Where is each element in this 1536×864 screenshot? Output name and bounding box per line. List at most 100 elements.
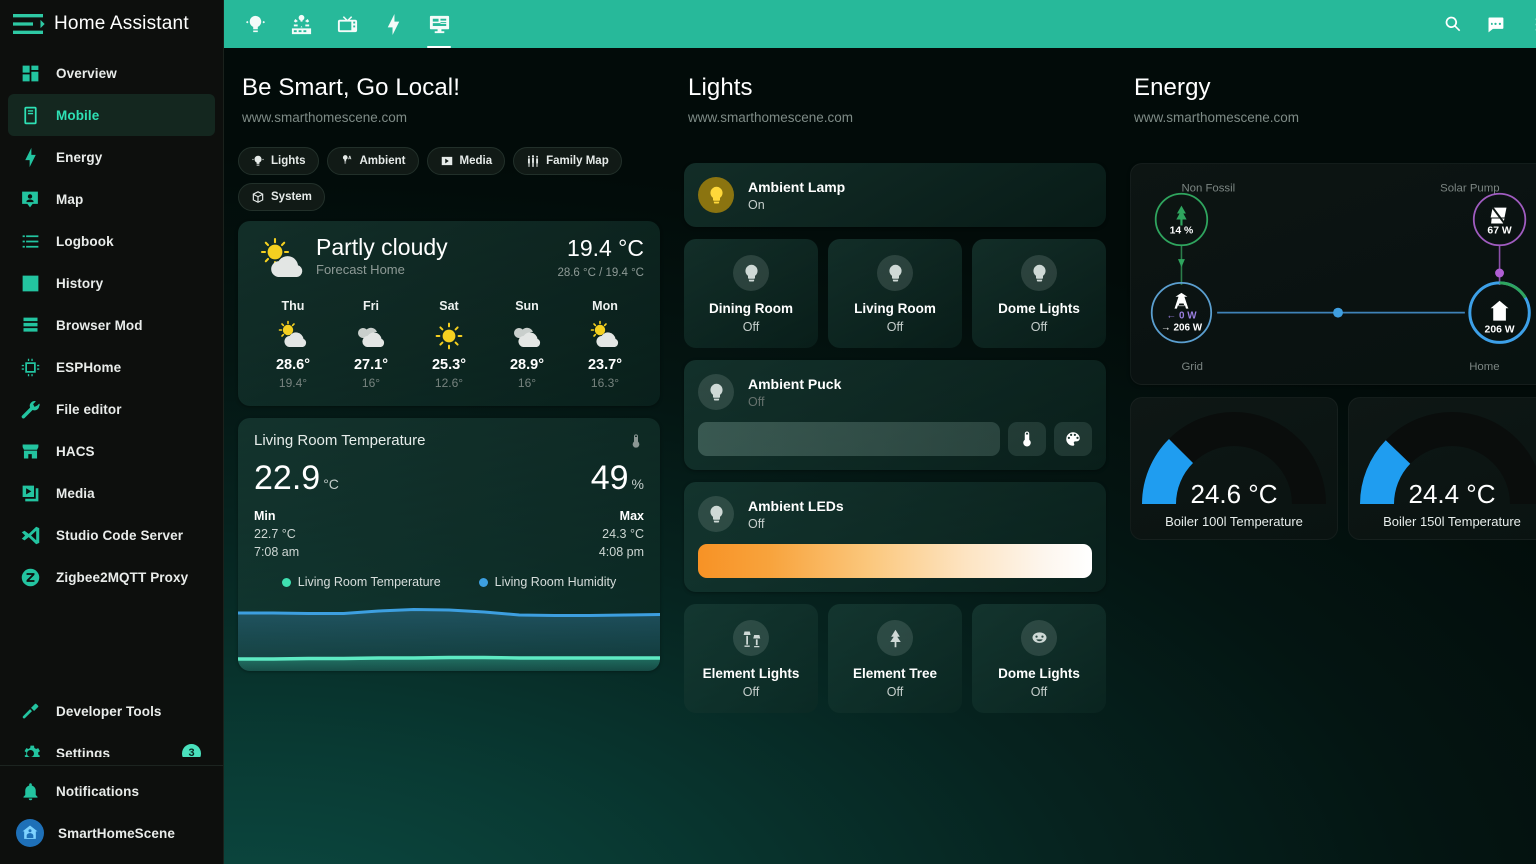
package-variant-icon — [252, 191, 264, 203]
sidebar-item-mobile[interactable]: Mobile — [8, 94, 215, 136]
menu-collapse-icon[interactable] — [8, 4, 48, 44]
chip-media[interactable]: Media — [426, 147, 506, 175]
legend-color-swatch — [478, 577, 488, 587]
history-chart[interactable] — [238, 599, 660, 671]
light-name: Element Tree — [852, 666, 938, 681]
light-tile-living-room[interactable]: Living Room Off — [828, 239, 962, 348]
energy-distribution-card[interactable]: Non Fossil Solar Pump Grid Home 14 % 67 … — [1130, 163, 1536, 385]
weather-text: Partly cloudy Forecast Home — [310, 235, 557, 277]
light-tile-dining-room[interactable]: Dining Room Off — [684, 239, 818, 348]
chip-label: System — [271, 191, 312, 203]
sidebar-item-label: Logbook — [56, 233, 114, 249]
page-title: Be Smart, Go Local! — [242, 74, 460, 101]
chip-ambient[interactable]: Ambient — [326, 147, 419, 175]
sidebar-item-file-editor[interactable]: File editor — [8, 388, 215, 430]
lightbulb-icon[interactable] — [698, 374, 734, 410]
legend-label: Living Room Temperature — [297, 575, 441, 589]
search-button[interactable] — [1432, 0, 1474, 48]
temperature-value: 22.9 — [254, 459, 321, 497]
tab-ac[interactable] — [278, 0, 324, 48]
search-icon — [1445, 16, 1460, 31]
light-tile-row-bottom: Element Lights Off Element Tree Off Dome… — [684, 604, 1106, 713]
max-label: Max — [619, 509, 644, 523]
boiler-gauge-row: 24.6 °C Boiler 100l Temperature 24.4 °C — [1130, 397, 1536, 540]
color-temp-slider[interactable] — [698, 544, 1092, 578]
floor-lamp-icon — [733, 620, 769, 656]
sidebar-item-label: Overview — [56, 65, 117, 81]
light-tile-element-tree[interactable]: Element Tree Off — [828, 604, 962, 713]
living-room-temperature-card[interactable]: Living Room Temperature 22.9 °C 49% Min … — [238, 418, 660, 671]
non-fossil-label: Non Fossil — [1181, 183, 1235, 195]
sidebar-item-logbook[interactable]: Logbook — [8, 220, 215, 262]
color-temp-button[interactable] — [1008, 422, 1046, 456]
tab-energy[interactable] — [370, 0, 416, 48]
sidebar-item-label: Mobile — [56, 107, 100, 123]
partly-cloudy-icon — [566, 318, 644, 354]
brightness-slider[interactable] — [698, 422, 1000, 456]
color-picker-button[interactable] — [1054, 422, 1092, 456]
chip-label: Ambient — [359, 155, 406, 167]
light-card-ambient-lamp[interactable]: Ambient Lamp On — [684, 163, 1106, 227]
gauge-card-boiler-150l[interactable]: 24.4 °C Boiler 150l Temperature — [1348, 397, 1536, 540]
sidebar-item-esphome[interactable]: ESPHome — [8, 346, 215, 388]
light-name: Living Room — [854, 301, 936, 316]
light-card-ambient-leds[interactable]: Ambient LEDs Off — [684, 482, 1106, 592]
sidebar-item-developer-tools[interactable]: Developer Tools — [8, 690, 215, 732]
light-controls — [698, 544, 1092, 578]
humidity-reading: 49% — [591, 461, 644, 495]
light-state: On — [748, 197, 765, 212]
sidebar-item-label: Developer Tools — [56, 703, 162, 719]
forecast-low: 16° — [361, 376, 381, 390]
light-card-ambient-puck[interactable]: Ambient Puck Off — [684, 360, 1106, 470]
sidebar-item-overview[interactable]: Overview — [8, 52, 215, 94]
tab-dashboard[interactable] — [416, 0, 462, 48]
home-value: 206 W — [1485, 324, 1515, 335]
card-title: Living Room Temperature — [254, 432, 426, 449]
chip-icon — [18, 355, 42, 379]
chip-system[interactable]: System — [238, 183, 325, 211]
dashboard-view-tabs — [232, 0, 462, 48]
legend-item-humidity[interactable]: Living Room Humidity — [478, 575, 616, 589]
forecast-day: Mon 23.7° 16.3° — [566, 299, 644, 390]
humidity-unit: % — [631, 476, 644, 492]
forecast-low: 19.4° — [278, 376, 308, 390]
sidebar-item-hacs[interactable]: HACS — [8, 430, 215, 472]
light-tile-dome-lights-2[interactable]: Dome Lights Off — [972, 604, 1106, 713]
light-name: Dome Lights — [998, 666, 1080, 681]
light-tile-element-lights[interactable]: Element Lights Off — [684, 604, 818, 713]
legend-item-temperature[interactable]: Living Room Temperature — [281, 575, 441, 589]
sidebar-item-history[interactable]: History — [8, 262, 215, 304]
sidebar-item-energy[interactable]: Energy — [8, 136, 215, 178]
tab-media[interactable] — [324, 0, 370, 48]
sidebar-item-studio-code-server[interactable]: Studio Code Server — [8, 514, 215, 556]
sidebar-item-map[interactable]: Map — [8, 178, 215, 220]
chip-label: Media — [459, 155, 493, 167]
min-max-block: Min 22.7 °C 7:08 am Max 24.3 °C 4:08 pm — [238, 495, 660, 559]
sidebar-item-media[interactable]: Media — [8, 472, 215, 514]
max-value: 24.3 °C — [602, 527, 644, 541]
lightbulb-icon[interactable] — [698, 496, 734, 532]
gauge-card-boiler-100l[interactable]: 24.6 °C Boiler 100l Temperature — [1130, 397, 1338, 540]
tab-lights[interactable] — [232, 0, 278, 48]
assist-button[interactable] — [1474, 0, 1516, 48]
air-conditioner-icon — [291, 14, 311, 34]
sidebar-item-label: HACS — [56, 443, 95, 459]
chip-family-map[interactable]: Family Map — [513, 147, 622, 175]
sidebar-item-user-profile[interactable]: SmartHomeScene — [8, 812, 215, 854]
sunny-icon — [410, 318, 488, 354]
lightbulb-icon[interactable] — [698, 177, 734, 213]
chip-lights[interactable]: Lights — [238, 147, 319, 175]
sidebar-item-browser-mod[interactable]: Browser Mod — [8, 304, 215, 346]
weather-forecast-card[interactable]: Partly cloudy Forecast Home 19.4 °C 28.6… — [238, 221, 660, 406]
sidebar-item-notifications[interactable]: Notifications — [8, 770, 215, 812]
sidebar-item-settings[interactable]: Settings 3 — [8, 732, 215, 758]
top-bar-actions — [1432, 0, 1536, 48]
light-tile-dome-lights[interactable]: Dome Lights Off — [972, 239, 1106, 348]
home-assistant-app: Home Assistant Overview Mobile Energy Ma… — [0, 0, 1536, 864]
sidebar-item-zigbee2mqtt-proxy[interactable]: Zigbee2MQTT Proxy — [8, 556, 215, 598]
temperature-unit: °C — [323, 476, 339, 492]
sidebar-item-label: Browser Mod — [56, 317, 143, 333]
user-avatar-icon — [16, 819, 44, 847]
light-state: Off — [1030, 685, 1048, 699]
overflow-menu-button[interactable] — [1516, 0, 1536, 48]
